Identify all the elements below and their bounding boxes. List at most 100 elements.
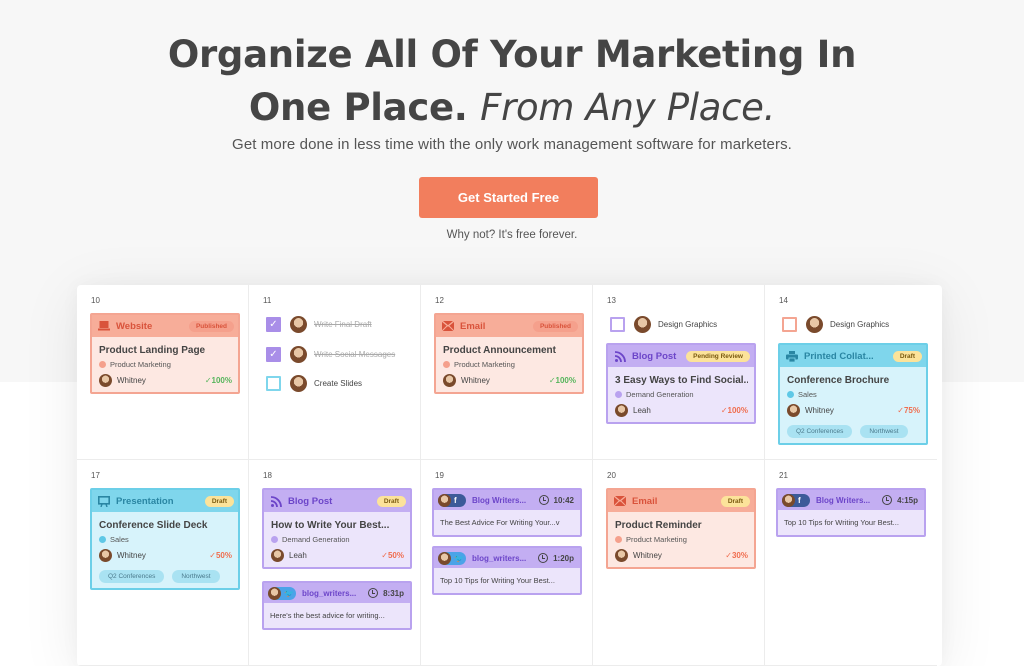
clock-icon [538, 495, 549, 505]
card-body: Product Landing Page Product Marketing W… [92, 337, 238, 392]
get-started-button[interactable]: Get Started Free [419, 177, 598, 218]
tag[interactable]: Northwest [860, 425, 908, 438]
avatar [268, 586, 281, 600]
avatar [438, 551, 451, 565]
card-title: 3 Easy Ways to Find Social... [615, 375, 748, 386]
category-label: Product Marketing [454, 360, 515, 369]
avatar [438, 493, 451, 507]
card-body: How to Write Your Best... Demand Generat… [264, 512, 410, 567]
headline-line-1: Organize All Of Your Marketing In [167, 33, 857, 76]
checkbox-unchecked[interactable] [266, 376, 281, 391]
content-card[interactable]: Blog Post Draft How to Write Your Best..… [262, 488, 412, 569]
card-body: 3 Easy Ways to Find Social... Demand Gen… [608, 367, 754, 422]
content-card[interactable]: Presentation Draft Conference Slide Deck… [90, 488, 240, 590]
calendar-day-21: 21 f Blog Writers... 4:15p Top 10 Tips f… [765, 460, 937, 666]
social-post-card[interactable]: 🐦 blog_writers... 1:20p Top 10 Tips for … [432, 546, 582, 595]
rss-icon [270, 495, 282, 507]
card-title: Product Landing Page [99, 345, 206, 356]
content-card[interactable]: Email Draft Product Reminder Product Mar… [606, 488, 756, 569]
avatar [290, 316, 307, 333]
card-category: Sales [99, 535, 232, 544]
tag[interactable]: Q2 Conferences [787, 425, 853, 438]
category-dot [99, 536, 106, 543]
status-badge: Published [532, 320, 578, 332]
progress-value: ✓100% [204, 376, 232, 385]
status-badge: Draft [720, 495, 750, 507]
social-account: blog_writers... [302, 588, 357, 598]
category-label: Demand Generation [626, 390, 694, 399]
calendar-day-11: 11 ✓ Write Final Draft ✓ Write Social Mess… [249, 285, 421, 460]
calendar-day-17: 17 Presentation Draft Conference Slide D… [77, 460, 249, 666]
laptop-icon [98, 321, 110, 332]
social-post-header: 🐦 blog_writers... 8:31p [264, 583, 410, 603]
card-body: Conference Brochure Sales Whitney ✓75% Q2… [780, 367, 926, 443]
checkbox-unchecked[interactable] [610, 317, 625, 332]
social-post-card[interactable]: f Blog Writers... 10:42 The Best Advice … [432, 488, 582, 537]
category-label: Product Marketing [626, 535, 687, 544]
avatar [443, 374, 456, 387]
avatar [806, 316, 823, 333]
calendar-day-12: 12 Email Published Product Announcement … [421, 285, 593, 460]
status-badge: Draft [204, 495, 234, 507]
owner-name: Whitney [117, 551, 146, 560]
tag[interactable]: Q2 Conferences [99, 570, 165, 583]
card-header: Printed Collat... Draft [780, 345, 926, 367]
social-post-card[interactable]: 🐦 blog_writers... 8:31p Here's the best … [262, 581, 412, 630]
content-card[interactable]: Blog Post Pending Review 3 Easy Ways to … [606, 343, 756, 424]
social-post-card[interactable]: f Blog Writers... 4:15p Top 10 Tips for … [776, 488, 926, 537]
headline-line-2: One Place. From Any Place. [0, 81, 1024, 134]
day-number: 14 [779, 296, 788, 305]
tag[interactable]: Northwest [172, 570, 220, 583]
card-type: Email [460, 320, 486, 332]
progress-text: 50% [215, 551, 232, 560]
card-type: Presentation [116, 495, 174, 507]
facebook-icon: f [798, 495, 801, 505]
checkbox-checked[interactable]: ✓ [266, 317, 281, 332]
content-card[interactable]: Email Published Product Announcement Pro… [434, 313, 584, 394]
content-card[interactable]: Printed Collat... Draft Conference Broch… [778, 343, 928, 445]
progress-text: 100% [211, 376, 232, 385]
category-dot [443, 361, 450, 368]
todo-item[interactable]: Design Graphics [610, 316, 717, 333]
category-dot [271, 536, 278, 543]
rss-icon [614, 350, 626, 362]
card-body: Product Announcement Product Marketing W… [436, 337, 582, 392]
post-time: 1:20p [538, 553, 574, 563]
card-type: Blog Post [288, 495, 333, 507]
owner-name: Whitney [117, 376, 146, 385]
social-post-text: The Best Advice For Writing Your...v [434, 510, 580, 535]
checkbox-unchecked[interactable] [782, 317, 797, 332]
category-dot [615, 391, 622, 398]
category-label: Demand Generation [282, 535, 350, 544]
card-header: Website Published [92, 315, 238, 337]
headline-italic: From Any Place. [480, 86, 776, 129]
card-category: Sales [787, 390, 920, 399]
twitter-pill: 🐦 [438, 551, 466, 565]
card-category: Product Marketing [443, 360, 576, 369]
printer-icon [786, 350, 798, 362]
card-meta: Leah ✓100% [615, 404, 748, 417]
todo-item[interactable]: Create Slides [266, 375, 362, 392]
progress-text: 50% [387, 551, 404, 560]
cta-note: Why not? It's free forever. [446, 229, 578, 241]
avatar [290, 375, 307, 392]
owner-name: Leah [633, 406, 651, 415]
owner-name: Leah [289, 551, 307, 560]
content-card[interactable]: Website Published Product Landing Page P… [90, 313, 240, 394]
envelope-icon [614, 496, 626, 507]
social-post-text: Top 10 Tips for Writing Your Best... [434, 568, 580, 593]
time-text: 8:31p [383, 588, 404, 598]
day-number: 10 [91, 296, 100, 305]
card-header: Email Draft [608, 490, 754, 512]
avatar [634, 316, 651, 333]
todo-item[interactable]: ✓ Write Social Messages [266, 346, 395, 363]
card-header: Blog Post Pending Review [608, 345, 754, 367]
card-body: Conference Slide Deck Sales Whitney ✓50% … [92, 512, 238, 588]
checkbox-checked[interactable]: ✓ [266, 347, 281, 362]
card-header: Email Published [436, 315, 582, 337]
card-body: Product Reminder Product Marketing Whitn… [608, 512, 754, 567]
todo-label: Create Slides [314, 379, 363, 388]
todo-item[interactable]: Design Graphics [782, 316, 889, 333]
todo-item[interactable]: ✓ Write Final Draft [266, 316, 372, 333]
calendar-day-14: 14 Design Graphics Printed Collat... Dra… [765, 285, 937, 460]
